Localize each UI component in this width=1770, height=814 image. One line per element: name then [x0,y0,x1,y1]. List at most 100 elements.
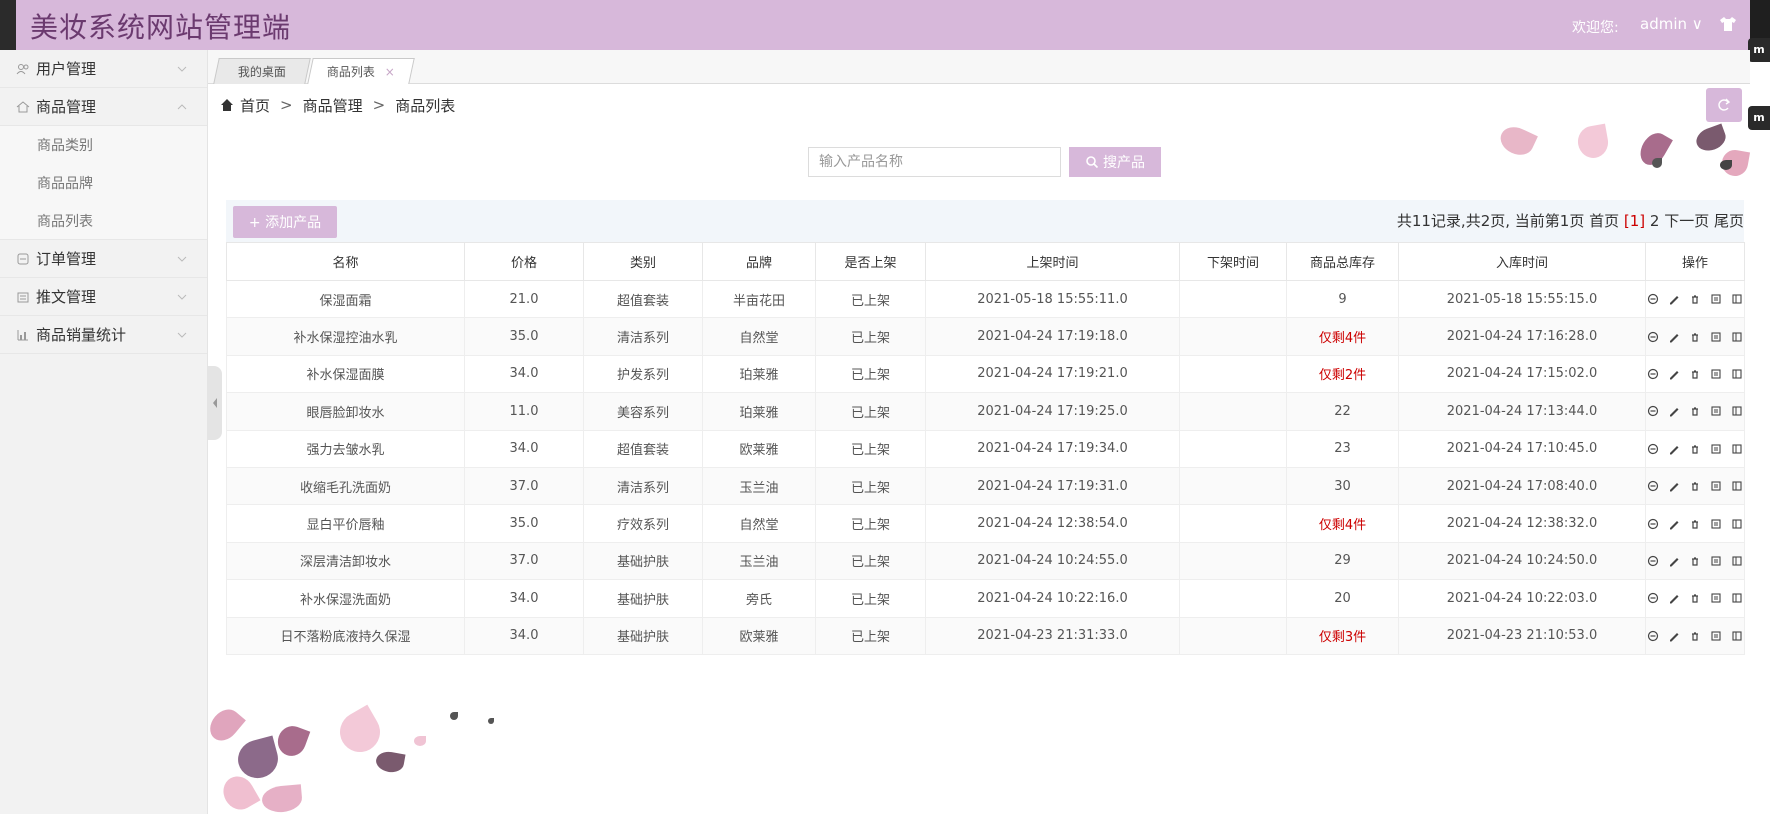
sidebar-item-label: 商品管理 [36,98,97,116]
sidebar-subitem-product-list[interactable]: 商品列表 [0,202,207,240]
product-search-input[interactable]: 输入产品名称 [808,147,1061,177]
detail-icon[interactable] [1710,405,1722,417]
cell-status: 已上架 [815,466,926,506]
delete-icon[interactable] [1689,443,1701,455]
sidebar-item-users[interactable]: 用户管理 [0,50,207,88]
tab-label: 我的桌面 [237,65,286,79]
tab-close-icon[interactable]: × [385,65,395,79]
sidebar-subitem-brand[interactable]: 商品品牌 [0,164,207,202]
cell-brand: 玉兰油 [702,466,816,506]
copy-icon[interactable] [1731,630,1743,642]
cell-name: 补水保湿洗面奶 [226,579,465,618]
skin-icon[interactable] [1718,14,1738,34]
edit-icon[interactable] [1668,592,1680,604]
tab-product-list[interactable]: 商品列表 × [307,58,415,84]
edit-icon[interactable] [1668,405,1680,417]
pagination-summary[interactable]: 共11记录,共2页, 当前第1页 首页 [1397,212,1619,230]
disable-icon[interactable] [1647,405,1659,417]
sidebar-subitem-category[interactable]: 商品类别 [0,126,207,164]
edit-icon[interactable] [1668,480,1680,492]
edit-icon[interactable] [1668,331,1680,343]
detail-icon[interactable] [1710,368,1722,380]
cell-actions [1645,579,1745,618]
edit-icon[interactable] [1668,293,1680,305]
detail-icon[interactable] [1710,555,1722,567]
copy-icon[interactable] [1731,368,1743,380]
detail-icon[interactable] [1710,443,1722,455]
delete-icon[interactable] [1689,368,1701,380]
copy-icon[interactable] [1731,518,1743,530]
detail-icon[interactable] [1710,630,1722,642]
sidebar-item-sales-stats[interactable]: 商品销量统计 [0,316,207,354]
cell-in-time: 2021-04-24 10:24:50.0 [1398,541,1646,581]
detail-icon[interactable] [1710,518,1722,530]
copy-icon[interactable] [1731,405,1743,417]
cell-status: 已上架 [815,279,926,319]
side-widget-bottom[interactable]: m [1748,106,1770,130]
table-header-row: 名称 价格 类别 品牌 是否上架 上架时间 下架时间 商品总库存 入库时间 操作 [226,242,1745,281]
cell-off-time [1179,504,1287,543]
cell-brand: 自然堂 [702,504,816,543]
breadcrumb-level2[interactable]: 商品管理 [303,95,363,116]
copy-icon[interactable] [1731,555,1743,567]
disable-icon[interactable] [1647,368,1659,380]
sidebar-item-products[interactable]: 商品管理 [0,88,207,126]
table-row: 深层清洁卸妆水 37.0 基础护肤 玉兰油 已上架 2021-04-24 10:24:55… [226,541,1745,581]
cell-category: 超值套装 [583,279,703,319]
detail-icon[interactable] [1710,592,1722,604]
cell-status: 已上架 [815,429,926,468]
disable-icon[interactable] [1647,480,1659,492]
delete-icon[interactable] [1689,518,1701,530]
detail-icon[interactable] [1710,293,1722,305]
disable-icon[interactable] [1647,331,1659,343]
cell-in-time: 2021-04-24 10:22:03.0 [1398,579,1646,618]
edit-icon[interactable] [1668,555,1680,567]
disable-icon[interactable] [1647,293,1659,305]
edit-icon[interactable] [1668,518,1680,530]
delete-icon[interactable] [1689,630,1701,642]
disable-icon[interactable] [1647,518,1659,530]
sidebar-collapse-handle[interactable] [208,366,222,440]
edit-icon[interactable] [1668,630,1680,642]
copy-icon[interactable] [1731,293,1743,305]
tab-label: 商品列表 [326,65,375,79]
edit-icon[interactable] [1668,443,1680,455]
cell-off-time [1179,354,1287,394]
copy-icon[interactable] [1731,480,1743,492]
copy-icon[interactable] [1731,331,1743,343]
disable-icon[interactable] [1647,592,1659,604]
disable-icon[interactable] [1647,443,1659,455]
delete-icon[interactable] [1689,405,1701,417]
add-product-button[interactable]: + 添加产品 [233,206,337,238]
copy-icon[interactable] [1731,592,1743,604]
chevron-up-icon [177,104,187,110]
table-row: 眼唇脸卸妆水 11.0 美容系列 珀莱雅 已上架 2021-04-24 17:19:25.… [226,392,1745,431]
side-widget-top[interactable]: m [1748,38,1770,62]
column-header: 品牌 [702,242,816,281]
detail-icon[interactable] [1710,331,1722,343]
delete-icon[interactable] [1689,331,1701,343]
delete-icon[interactable] [1689,592,1701,604]
detail-icon[interactable] [1710,480,1722,492]
cell-price: 11.0 [464,392,584,431]
cell-name: 日不落粉底液持久保湿 [226,616,465,655]
product-table: 名称 价格 类别 品牌 是否上架 上架时间 下架时间 商品总库存 入库时间 操作… [226,242,1745,655]
search-button[interactable]: 搜产品 [1069,147,1161,177]
delete-icon[interactable] [1689,480,1701,492]
user-menu[interactable]: admin ∨ [1640,15,1703,33]
disable-icon[interactable] [1647,630,1659,642]
disable-icon[interactable] [1647,555,1659,567]
sidebar-item-articles[interactable]: 推文管理 [0,278,207,316]
copy-icon[interactable] [1731,443,1743,455]
pagination-next[interactable]: 2 下一页 尾页 [1650,212,1744,230]
cell-in-time: 2021-04-24 12:38:32.0 [1398,504,1646,543]
edit-icon[interactable] [1668,368,1680,380]
refresh-button[interactable] [1706,88,1742,122]
sidebar-item-orders[interactable]: 订单管理 [0,240,207,278]
breadcrumb-home[interactable]: 首页 [240,95,270,116]
chevron-down-icon [177,66,187,72]
delete-icon[interactable] [1689,555,1701,567]
cell-status: 已上架 [815,579,926,618]
tab-desktop[interactable]: 我的桌面 [213,58,311,84]
delete-icon[interactable] [1689,293,1701,305]
